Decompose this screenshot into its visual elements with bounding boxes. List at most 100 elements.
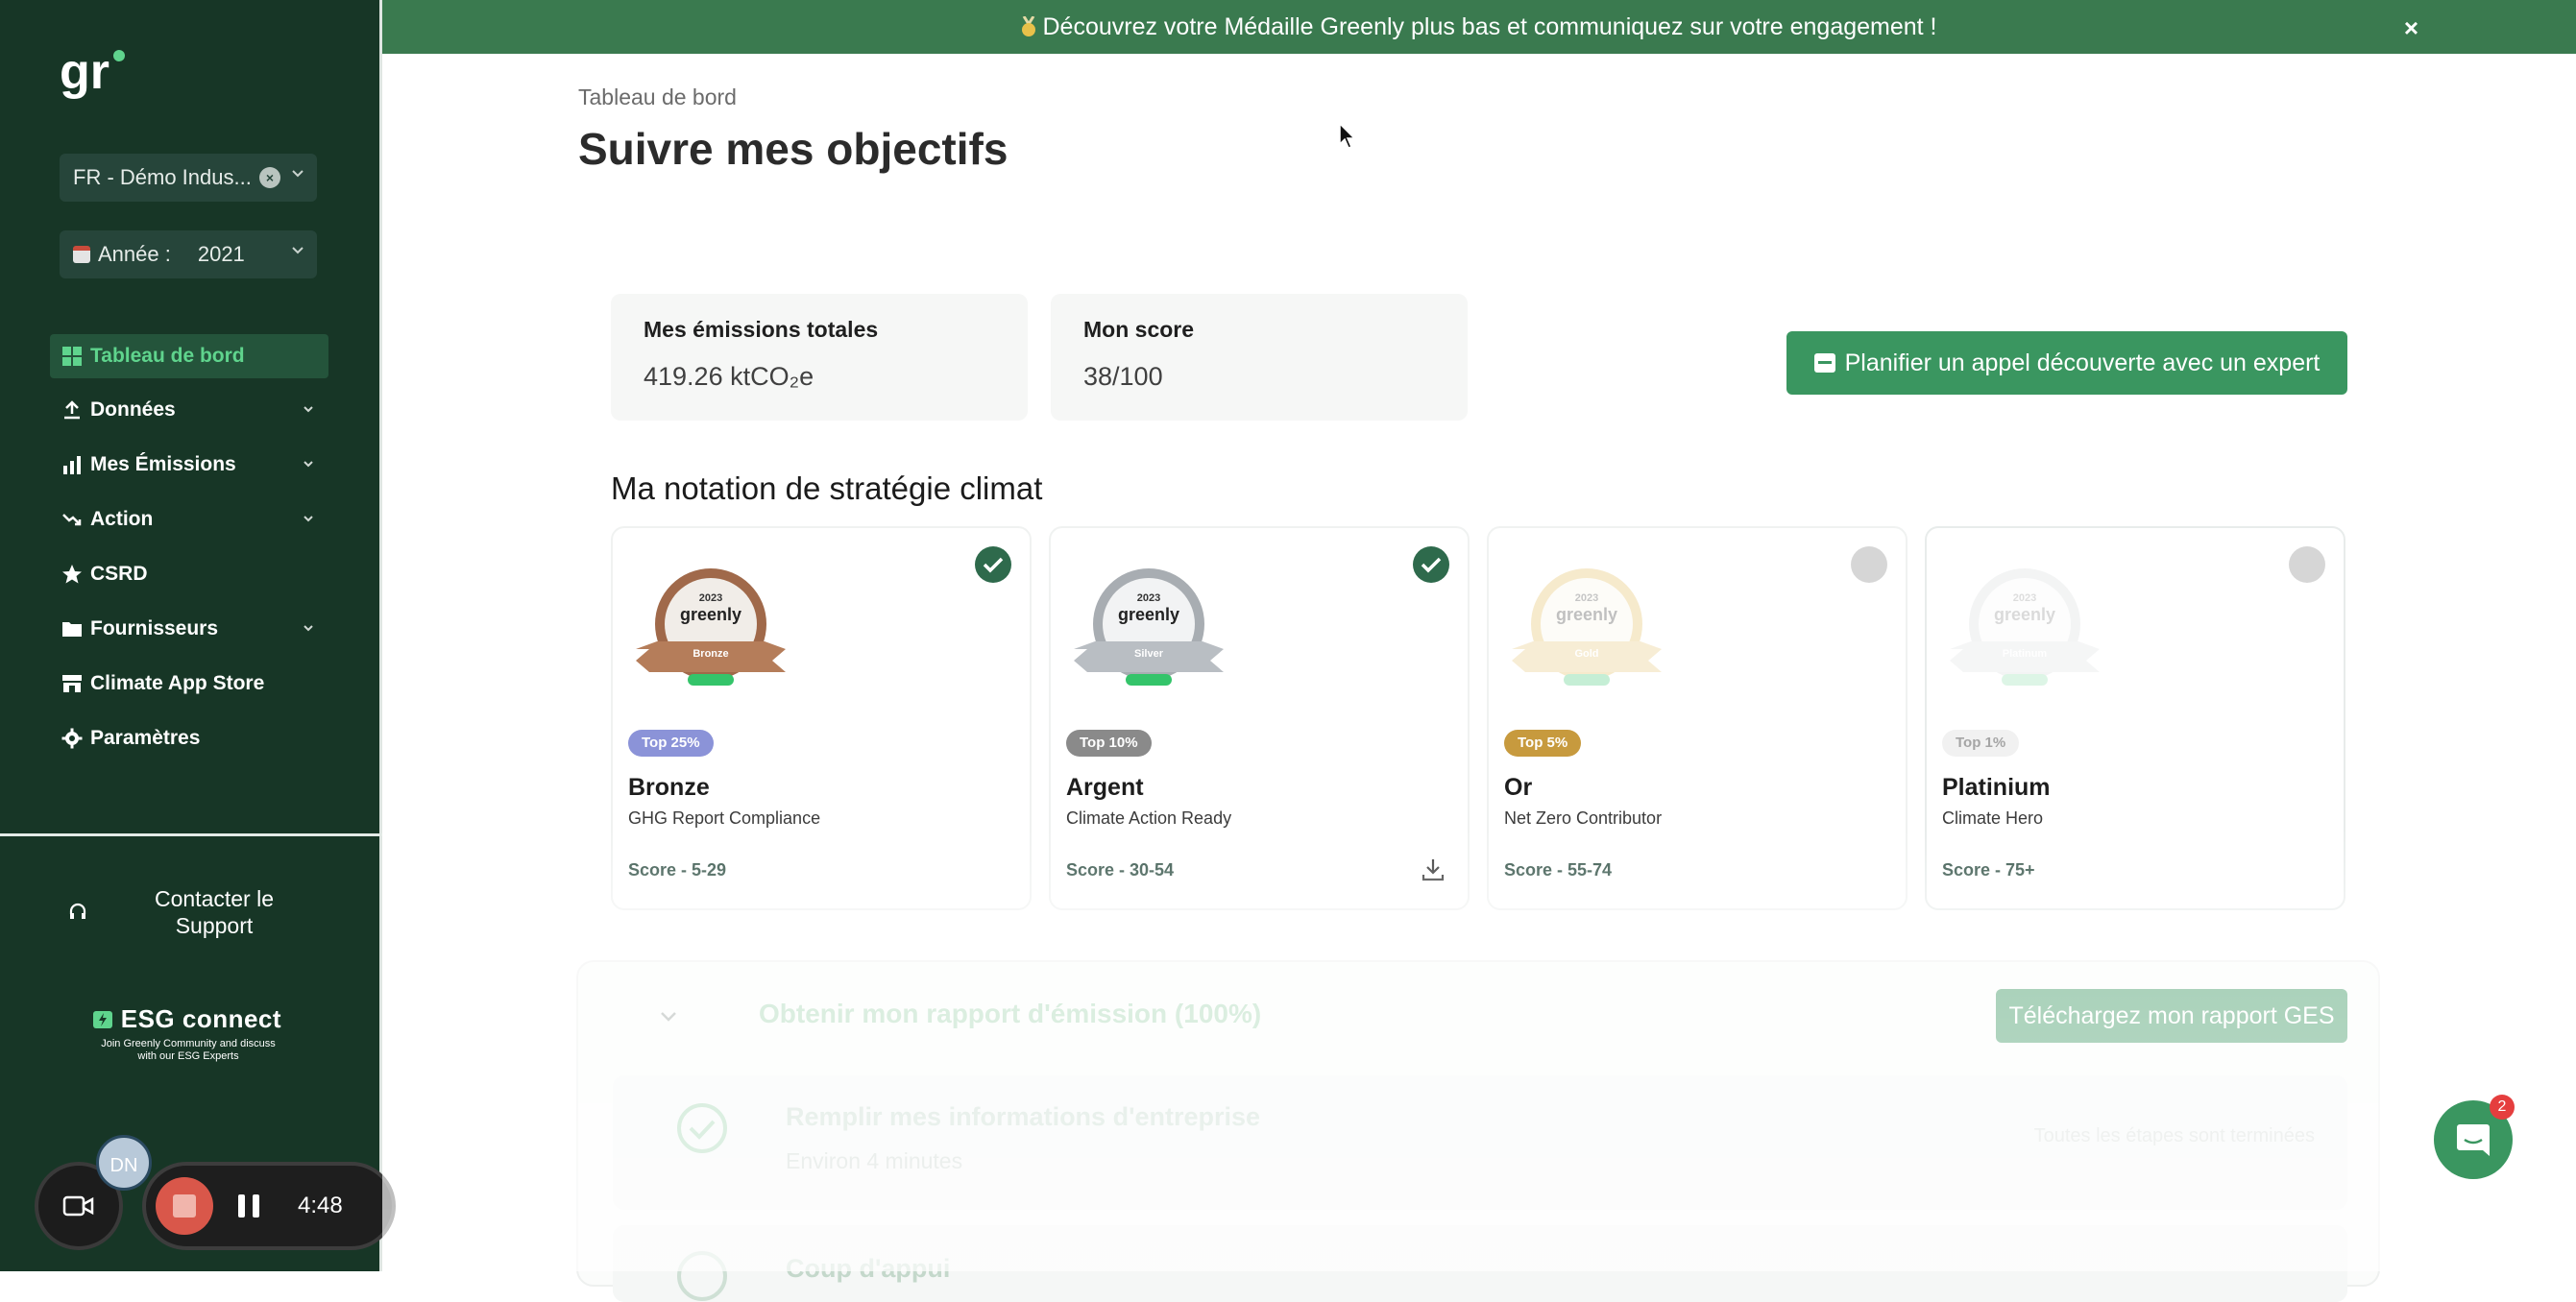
rank-badge: Top 25% [628,730,714,757]
schedule-call-button[interactable]: Planifier un appel découverte avec un ex… [1786,331,2347,395]
esg-logo-icon [93,1011,112,1028]
bronze-medal-icon: 2023 greenly Bronze [636,568,786,686]
sidebar-item-tableau-de-bord[interactable]: Tableau de bord [50,334,328,378]
sidebar-item-label: Fournisseurs [90,617,219,639]
sidebar: gr FR - Démo Indus... × Année : 2021 Tab… [0,0,382,1271]
grid-icon [61,346,83,367]
greenly-logo[interactable]: gr [60,42,127,102]
svg-text:gr: gr [60,44,109,100]
page-title: Suivre mes objectifs [578,124,1009,174]
step-duration: Environ 4 minutes [786,1148,963,1173]
trend-down-icon [61,509,83,530]
chevron-down-icon [304,461,313,468]
esg-subtitle: Join Greenly Community and discuss with … [101,1038,276,1062]
check-circle-icon [677,1251,727,1301]
medal-brand: greenly [1994,605,2055,624]
medal-brand: greenly [1556,605,1617,624]
download-report-button[interactable]: Téléchargez mon rapport GES [1996,989,2347,1043]
sidebar-item-mes-emissions[interactable]: Mes Émissions [50,443,328,487]
gold-medal-icon: 2023 greenly Gold [1512,568,1662,686]
chevron-down-icon [292,170,304,178]
step-row[interactable]: Coup d'appui [613,1225,2347,1302]
check-badge-icon [1413,546,1449,583]
chevron-down-icon [304,516,313,522]
medal-year: 2023 [1575,592,1598,604]
medal-description: GHG Report Compliance [628,808,821,828]
upload-icon [61,399,83,421]
pause-icon[interactable] [238,1194,259,1218]
sidebar-item-label: Données [90,398,176,421]
cta-label: Planifier un appel découverte avec un ex… [1844,349,2321,376]
sidebar-item-action[interactable]: Action [50,497,328,542]
report-title: Obtenir mon rapport d'émission (100%) [759,999,1262,1028]
chat-button[interactable]: 2 [2434,1095,2515,1179]
folder-icon [61,618,83,639]
gear-icon [61,728,83,749]
step-status: Toutes les étapes sont terminées [2033,1125,2315,1146]
medal-brand: greenly [680,605,741,624]
medal-description: Climate Hero [1942,808,2044,828]
star-icon [61,564,83,585]
sidebar-item-fournisseurs[interactable]: Fournisseurs [50,607,328,651]
camera-icon [62,1195,94,1217]
medal-icon [1022,16,1036,36]
company-select-value: FR - Démo Indus... [73,165,252,189]
sidebar-item-label: Climate App Store [90,672,265,694]
step-row[interactable]: Remplir mes informations d'entreprise En… [613,1075,2347,1210]
bar-chart-icon [61,454,83,475]
sidebar-item-climate-app-store[interactable]: Climate App Store [50,662,328,706]
recorder-controls: 4:48 [142,1162,396,1250]
medal-description: Net Zero Contributor [1504,808,1663,828]
total-emissions-card: Mes émissions totales 419.26 ktCO₂e [611,294,1028,421]
medal-year: 2023 [699,592,722,604]
calendar-icon [1813,353,1835,373]
step-title: Coup d'appui [786,1254,951,1283]
stop-icon [173,1194,196,1218]
stop-recording-button[interactable] [156,1177,213,1235]
medal-card-bronze[interactable]: 2023 greenly Bronze Top 25% Bronze GHG R… [611,526,1032,910]
headset-icon [69,903,86,919]
breadcrumb[interactable]: Tableau de bord [578,84,737,110]
medal-year: 2023 [2013,592,2036,604]
download-icon[interactable] [1420,856,1446,883]
chat-icon [2457,1124,2490,1156]
esg-connect-banner[interactable]: ESG connect Join Greenly Community and d… [92,1004,284,1063]
stat-label: Mon score [1083,317,1195,342]
support-button[interactable]: Contacter le Support [67,885,336,939]
avatar[interactable]: DN [96,1135,152,1191]
medal-name: Or [1504,774,1533,801]
clear-icon[interactable]: × [259,167,280,188]
chevron-down-icon[interactable] [657,1004,680,1027]
medal-name: Bronze [628,774,710,801]
report-section: Obtenir mon rapport d'émission (100%) Té… [576,960,2380,1302]
mouse-cursor-icon [1339,123,1356,149]
company-select[interactable]: FR - Démo Indus... × [60,154,317,202]
unachieved-badge-icon [2289,546,2325,583]
platinum-medal-icon: 2023 greenly Platinum [1950,568,2100,686]
chevron-down-icon [304,625,313,632]
store-icon [61,673,83,694]
sidebar-item-label: CSRD [90,563,148,585]
year-label: Année : [98,242,171,266]
announcement-banner: Découvrez votre Médaille Greenly plus ba… [382,0,2576,54]
medal-card-or[interactable]: 2023 greenly Gold Top 5% Or Net Zero Con… [1487,526,1908,910]
year-value: 2021 [197,242,245,266]
support-label: Contacter le Support [154,886,274,938]
medal-card-argent[interactable]: 2023 greenly Silver Top 10% Argent Clima… [1049,526,1470,910]
sidebar-item-parametres[interactable]: Paramètres [50,716,328,760]
medal-card-platinium[interactable]: 2023 greenly Platinum Top 1% Platinium C… [1925,526,2345,910]
recording-timer: 4:48 [298,1193,343,1218]
rating-section-title: Ma notation de stratégie climat [611,470,1043,506]
sidebar-item-csrd[interactable]: CSRD [50,552,328,596]
chevron-down-icon [304,406,313,413]
chevron-down-icon [292,247,304,254]
rank-badge: Top 1% [1942,730,2020,757]
silver-medal-icon: 2023 greenly Silver [1074,568,1224,686]
stat-value: 38/100 [1083,362,1163,391]
sidebar-item-donnees[interactable]: Données [50,388,328,432]
year-select[interactable]: Année : 2021 [60,230,317,278]
close-icon[interactable]: × [2404,13,2418,43]
medal-description: Climate Action Ready [1066,808,1232,828]
medal-tier: Platinum [2003,648,2048,660]
esg-title-text: ESG connect [120,1004,282,1033]
